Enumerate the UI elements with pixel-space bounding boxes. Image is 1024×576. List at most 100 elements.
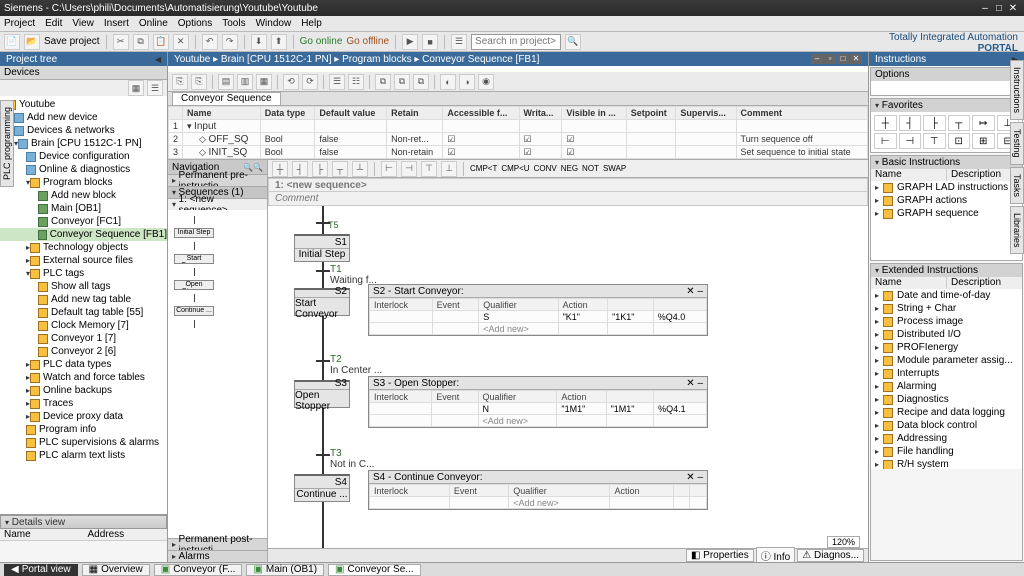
tb-icon[interactable]: ◉: [478, 74, 494, 90]
sequence-area[interactable]: ┼ ┤ ├ ┬ ┴ ⊢ ⊣ ⊤ ⊥ CMP<T CMP<U CONV NEG N…: [268, 160, 868, 562]
tb-icon[interactable]: ⧉: [375, 74, 391, 90]
action-box-s2[interactable]: S2 - Start Conveyor:✕ – InterlockEventQu…: [368, 284, 708, 336]
ext-title[interactable]: Extended Instructions: [882, 265, 978, 276]
cut-icon[interactable]: ✂: [113, 34, 129, 50]
tree-add-device[interactable]: Add new device: [27, 112, 98, 123]
tree-traces[interactable]: Traces: [43, 398, 73, 409]
vh-name[interactable]: Name: [183, 107, 261, 120]
tree-proxy-data[interactable]: Device proxy data: [43, 411, 123, 422]
tb-icon[interactable]: ⧉: [394, 74, 410, 90]
vh-comment[interactable]: Comment: [736, 107, 867, 120]
options-title[interactable]: Options: [871, 68, 1022, 81]
trans-t1[interactable]: T1Waiting f...: [330, 264, 377, 286]
tb-icon[interactable]: ⟳: [302, 74, 318, 90]
menu-online[interactable]: Online: [139, 18, 168, 29]
tree-conveyor-seq-fb1[interactable]: Conveyor Sequence [FB1]: [50, 229, 167, 240]
instr-row[interactable]: ▸Alarming: [871, 380, 1022, 393]
tree-conveyor2-tags[interactable]: Conveyor 2 [6]: [51, 346, 116, 357]
fav-icon[interactable]: ⊢: [874, 133, 897, 149]
tree-online-backups[interactable]: Online backups: [43, 385, 112, 396]
sidetab-libraries[interactable]: Libraries: [1010, 206, 1024, 255]
tree-program-blocks[interactable]: Program blocks: [43, 177, 112, 188]
variable-table[interactable]: Name Data type Default value Retain Acce…: [168, 106, 868, 160]
stop-icon[interactable]: ■: [422, 34, 438, 50]
var-row[interactable]: 1▾ Input: [169, 120, 868, 133]
footer-tab-properties[interactable]: ◧ Properties: [686, 549, 754, 562]
close-icon[interactable]: ✕: [686, 472, 694, 483]
tree-view-icon[interactable]: ▦: [128, 80, 144, 96]
menu-view[interactable]: View: [72, 18, 94, 29]
crumb-0[interactable]: Youtube: [174, 54, 210, 65]
instr-row[interactable]: ▸Module parameter assig...: [871, 354, 1022, 367]
tree-default-tag-table[interactable]: Default tag table [55]: [51, 307, 143, 318]
crumb-3[interactable]: Conveyor Sequence [FB1]: [422, 54, 539, 65]
delete-icon[interactable]: ✕: [173, 34, 189, 50]
undo-icon[interactable]: ↶: [202, 34, 218, 50]
tb-icon[interactable]: ◐: [440, 74, 456, 90]
tree-supervisions[interactable]: PLC supervisions & alarms: [39, 437, 159, 448]
collapse-icon[interactable]: ◀: [155, 55, 161, 64]
devices-tab[interactable]: Devices: [0, 66, 167, 80]
instr-row[interactable]: ▸Distributed I/O: [871, 328, 1022, 341]
zoom-level[interactable]: 120%: [827, 536, 860, 548]
tree-add-block[interactable]: Add new block: [51, 190, 116, 201]
action-box-s4[interactable]: S4 - Continue Conveyor:✕ – InterlockEven…: [368, 470, 708, 510]
seq-tb-icon[interactable]: ┤: [292, 161, 308, 177]
paste-icon[interactable]: 📋: [153, 34, 169, 50]
menu-options[interactable]: Options: [178, 18, 212, 29]
project-tree[interactable]: ▾Youtube Add new device Devices & networ…: [0, 96, 167, 514]
menu-window[interactable]: Window: [256, 18, 292, 29]
minimize-icon[interactable]: –: [697, 378, 703, 389]
fav-step-icon[interactable]: ┼: [874, 115, 897, 131]
seq-tb-icon[interactable]: ⊥: [441, 161, 457, 177]
seq-tb-icon[interactable]: ┬: [332, 161, 348, 177]
vh-writable[interactable]: Writa...: [519, 107, 562, 120]
tb-icon[interactable]: ☷: [348, 74, 364, 90]
tb-icon[interactable]: ⎘: [191, 74, 207, 90]
minimize-icon[interactable]: –: [697, 472, 703, 483]
var-row[interactable]: 2◇ OFF_SQBoolfalseNon-ret...☑☑☑Turn sequ…: [169, 133, 868, 146]
tree-plc-datatypes[interactable]: PLC data types: [43, 359, 111, 370]
tree-cpu[interactable]: Brain [CPU 1512C-1 PN]: [31, 138, 142, 149]
taskbar-conveyor-fc[interactable]: ▣Conveyor (F...: [154, 564, 243, 576]
minimize-icon[interactable]: –: [697, 286, 703, 297]
tree-root[interactable]: Youtube: [19, 99, 55, 110]
leftsidetab-plcprog[interactable]: PLC programming: [0, 100, 14, 187]
instr-row[interactable]: ▸GRAPH LAD instructions: [871, 181, 1022, 194]
tree-watch-tables[interactable]: Watch and force tables: [43, 372, 145, 383]
vh-visible[interactable]: Visible in ...: [562, 107, 626, 120]
tb-icon[interactable]: ⟲: [283, 74, 299, 90]
trans-t3[interactable]: T3Not in C...: [330, 448, 374, 470]
tree-program-info[interactable]: Program info: [39, 424, 96, 435]
window-controls[interactable]: –□✕: [978, 3, 1020, 14]
tree-add-tag-table[interactable]: Add new tag table: [51, 294, 131, 305]
fav-altbranch-icon[interactable]: ┬: [948, 115, 971, 131]
seq-tb-icon[interactable]: ⊢: [381, 161, 397, 177]
seq-tb-icon[interactable]: ┼: [272, 161, 288, 177]
copy-icon[interactable]: ⧉: [133, 34, 149, 50]
open-icon[interactable]: 📂: [24, 34, 40, 50]
tree-conveyor1-tags[interactable]: Conveyor 1 [7]: [51, 333, 116, 344]
fav-icon[interactable]: ⊞: [972, 133, 995, 149]
menu-tools[interactable]: Tools: [222, 18, 245, 29]
seq1-bar[interactable]: ▾ 1: <new sequence>: [168, 198, 267, 210]
step-s4[interactable]: S4 Continue ...: [294, 474, 350, 502]
save-project-button[interactable]: Save project: [44, 36, 100, 47]
sidetab-tasks[interactable]: Tasks: [1010, 167, 1024, 204]
taskbar-main-ob[interactable]: ▣Main (OB1): [246, 564, 324, 576]
cross-ref-icon[interactable]: ☰: [451, 34, 467, 50]
taskbar-conveyor-seq[interactable]: ▣Conveyor Se...: [328, 564, 421, 576]
tb-icon[interactable]: ☰: [329, 74, 345, 90]
go-offline-button[interactable]: Go offline: [346, 36, 389, 47]
nav-minimap[interactable]: Initial Step Start Conve... Open Stopper…: [168, 210, 267, 538]
alarms-bar[interactable]: ▸ Alarms: [168, 550, 267, 562]
block-tab[interactable]: Conveyor Sequence: [172, 92, 281, 105]
tree-tech-objects[interactable]: Technology objects: [43, 242, 128, 253]
menu-insert[interactable]: Insert: [104, 18, 129, 29]
vh-retain[interactable]: Retain: [387, 107, 443, 120]
instr-row[interactable]: ▸Recipe and data logging: [871, 406, 1022, 419]
tree-devices-networks[interactable]: Devices & networks: [27, 125, 115, 136]
search-input[interactable]: [471, 34, 561, 50]
close-icon[interactable]: ✕: [686, 378, 694, 389]
crumb-1[interactable]: Brain [CPU 1512C-1 PN]: [221, 54, 332, 65]
